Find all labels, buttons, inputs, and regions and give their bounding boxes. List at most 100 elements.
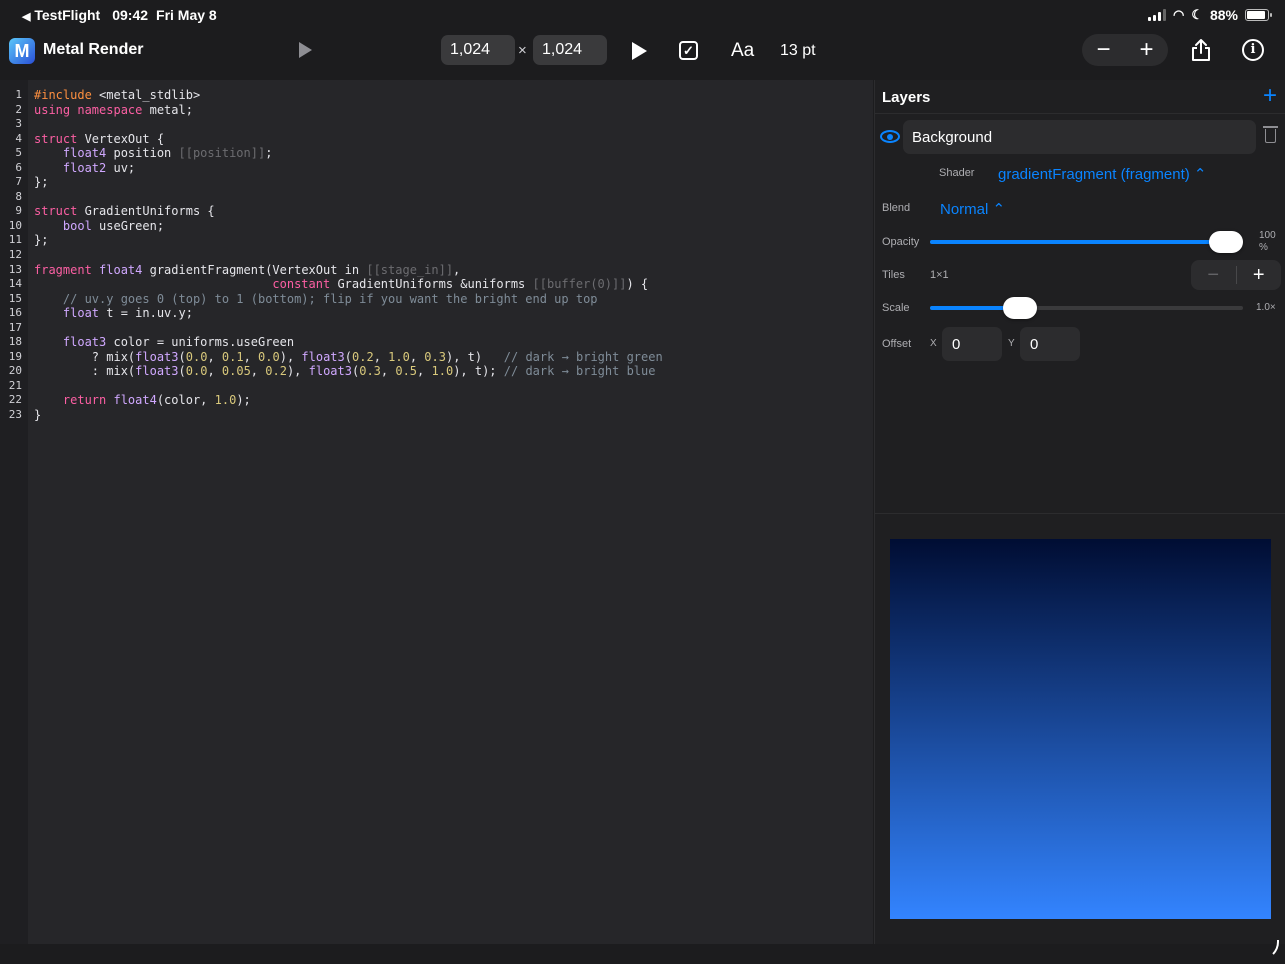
bottom-bar xyxy=(0,944,1285,964)
line-number: 9 xyxy=(15,204,22,218)
dimension-separator: × xyxy=(518,42,527,59)
line-number: 3 xyxy=(15,117,22,131)
shader-picker[interactable]: gradientFragment (fragment) ⌃ xyxy=(998,165,1206,183)
line-number: 8 xyxy=(15,189,22,203)
line-number: 15 xyxy=(8,291,22,305)
render-preview xyxy=(890,539,1271,919)
line-number: 13 xyxy=(8,262,22,276)
moon-icon: ☾ xyxy=(1191,7,1203,22)
code-line: float3 color = uniforms.useGreen xyxy=(34,335,295,350)
offset-x-input[interactable]: 0 xyxy=(942,327,1002,361)
line-number: 14 xyxy=(8,277,22,291)
code-line: bool useGreen; xyxy=(34,218,165,233)
tiles-decrement-button[interactable]: − xyxy=(1191,265,1237,285)
code-line: struct VertexOut { xyxy=(34,131,165,146)
line-number: 16 xyxy=(8,306,22,320)
code-line: using namespace metal; xyxy=(34,102,193,117)
status-right: ◠ ☾ 88% xyxy=(1147,7,1272,23)
opacity-slider[interactable] xyxy=(930,231,1243,253)
scale-slider-thumb[interactable] xyxy=(1002,297,1037,319)
divider xyxy=(875,113,1285,114)
blend-label: Blend xyxy=(882,202,911,214)
opacity-slider-fill xyxy=(930,240,1226,244)
height-input[interactable]: 1,024 xyxy=(533,35,607,65)
layers-panel: Layers + Background Shader gradientFragm… xyxy=(874,80,1285,944)
cellular-signal-icon xyxy=(1147,9,1166,21)
line-number: 6 xyxy=(15,160,22,174)
code-line: // uv.y goes 0 (top) to 1 (bottom); flip… xyxy=(34,291,598,306)
status-left: ◀ TestFlight 09:42 Fri May 8 xyxy=(22,7,217,23)
font-size-label[interactable]: 13 pt xyxy=(780,42,816,60)
zoom-out-button[interactable]: − xyxy=(1082,34,1125,66)
battery-percent: 88% xyxy=(1209,7,1238,23)
code-line: : mix(float3(0.0, 0.05, 0.2), float3(0.3… xyxy=(34,364,656,379)
panel-title: Layers xyxy=(882,89,931,106)
shader-label: Shader xyxy=(939,167,975,179)
divider xyxy=(875,513,1285,514)
line-number: 23 xyxy=(8,408,22,422)
play-icon[interactable] xyxy=(632,42,647,60)
status-time: 09:42 xyxy=(112,7,149,23)
code-line: float4 position [[position]]; xyxy=(34,146,273,161)
line-number-gutter: 1 2 3 4 5 6 7 8 9 10 11 12 13 14 15 16 17 18 19 20 21 22 23 xyxy=(0,80,28,944)
code-line: ? mix(float3(0.0, 0.1, 0.0), float3(0.2,… xyxy=(34,349,663,364)
line-number: 7 xyxy=(15,175,22,189)
blend-picker[interactable]: Normal ⌃ xyxy=(940,200,1005,218)
cursor-icon[interactable] xyxy=(299,42,312,58)
back-arrow-icon: ◀ xyxy=(22,11,31,23)
width-input[interactable]: 1,024 xyxy=(441,35,515,65)
code-line: float t = in.uv.y; xyxy=(34,306,193,321)
status-bar: ◀ TestFlight 09:42 Fri May 8 ◠ ☾ 88% xyxy=(0,0,1285,30)
back-to-app-link[interactable]: ◀ TestFlight xyxy=(22,7,100,23)
code-line: }; xyxy=(34,233,49,248)
checkbox-icon[interactable]: ✓ xyxy=(679,41,698,60)
line-number: 22 xyxy=(8,393,22,407)
line-number: 1 xyxy=(15,88,22,101)
code-line: constant GradientUniforms &uniforms [[bu… xyxy=(34,277,649,292)
opacity-value: 100 xyxy=(1259,230,1276,241)
line-number: 19 xyxy=(8,349,22,363)
opacity-slider-thumb[interactable] xyxy=(1209,231,1243,253)
toolbar: M Metal Render 1,024 × 1,024 ✓ Aa 13 pt … xyxy=(0,30,1285,72)
app-icon: M xyxy=(9,38,35,64)
offset-y-label: Y xyxy=(1008,338,1015,349)
opacity-label: Opacity xyxy=(882,236,920,248)
offset-y-input[interactable]: 0 xyxy=(1020,327,1080,361)
code-editor[interactable]: 1 2 3 4 5 6 7 8 9 10 11 12 13 14 15 16 17 18 19 20 21 22 23 #i… xyxy=(0,80,873,944)
eye-icon[interactable] xyxy=(880,130,900,143)
line-number: 10 xyxy=(8,218,22,232)
tiles-label: Tiles xyxy=(882,269,905,281)
opacity-unit: % xyxy=(1259,242,1268,253)
line-number: 12 xyxy=(8,248,22,262)
scale-value: 1.0× xyxy=(1256,302,1276,313)
code-content[interactable]: #include <metal_stdlib> using namespace … xyxy=(34,88,663,423)
line-number: 21 xyxy=(8,378,22,392)
tiles-increment-button[interactable]: + xyxy=(1237,260,1282,290)
code-line: struct GradientUniforms { xyxy=(34,204,215,219)
code-line: float2 uv; xyxy=(34,160,136,175)
font-button[interactable]: Aa xyxy=(731,40,754,62)
add-layer-button[interactable]: + xyxy=(1263,84,1277,108)
offset-x-label: X xyxy=(930,338,937,349)
offset-label: Offset xyxy=(882,338,912,350)
line-number: 17 xyxy=(8,320,22,334)
info-icon[interactable]: i xyxy=(1242,39,1264,61)
code-line: #include <metal_stdlib> xyxy=(34,88,201,102)
code-line: } xyxy=(34,408,42,423)
trash-icon[interactable] xyxy=(1263,126,1278,143)
line-number: 11 xyxy=(8,233,22,247)
line-number: 4 xyxy=(15,131,22,145)
tiles-stepper: − + xyxy=(1191,260,1281,290)
wifi-icon: ◠ xyxy=(1172,7,1185,22)
code-line: }; xyxy=(34,175,49,190)
share-icon[interactable] xyxy=(1190,38,1212,62)
zoom-in-button[interactable]: + xyxy=(1125,34,1168,66)
tiles-value: 1×1 xyxy=(930,269,949,281)
scale-slider[interactable] xyxy=(930,297,1243,319)
layer-name-field[interactable]: Background xyxy=(903,120,1256,154)
